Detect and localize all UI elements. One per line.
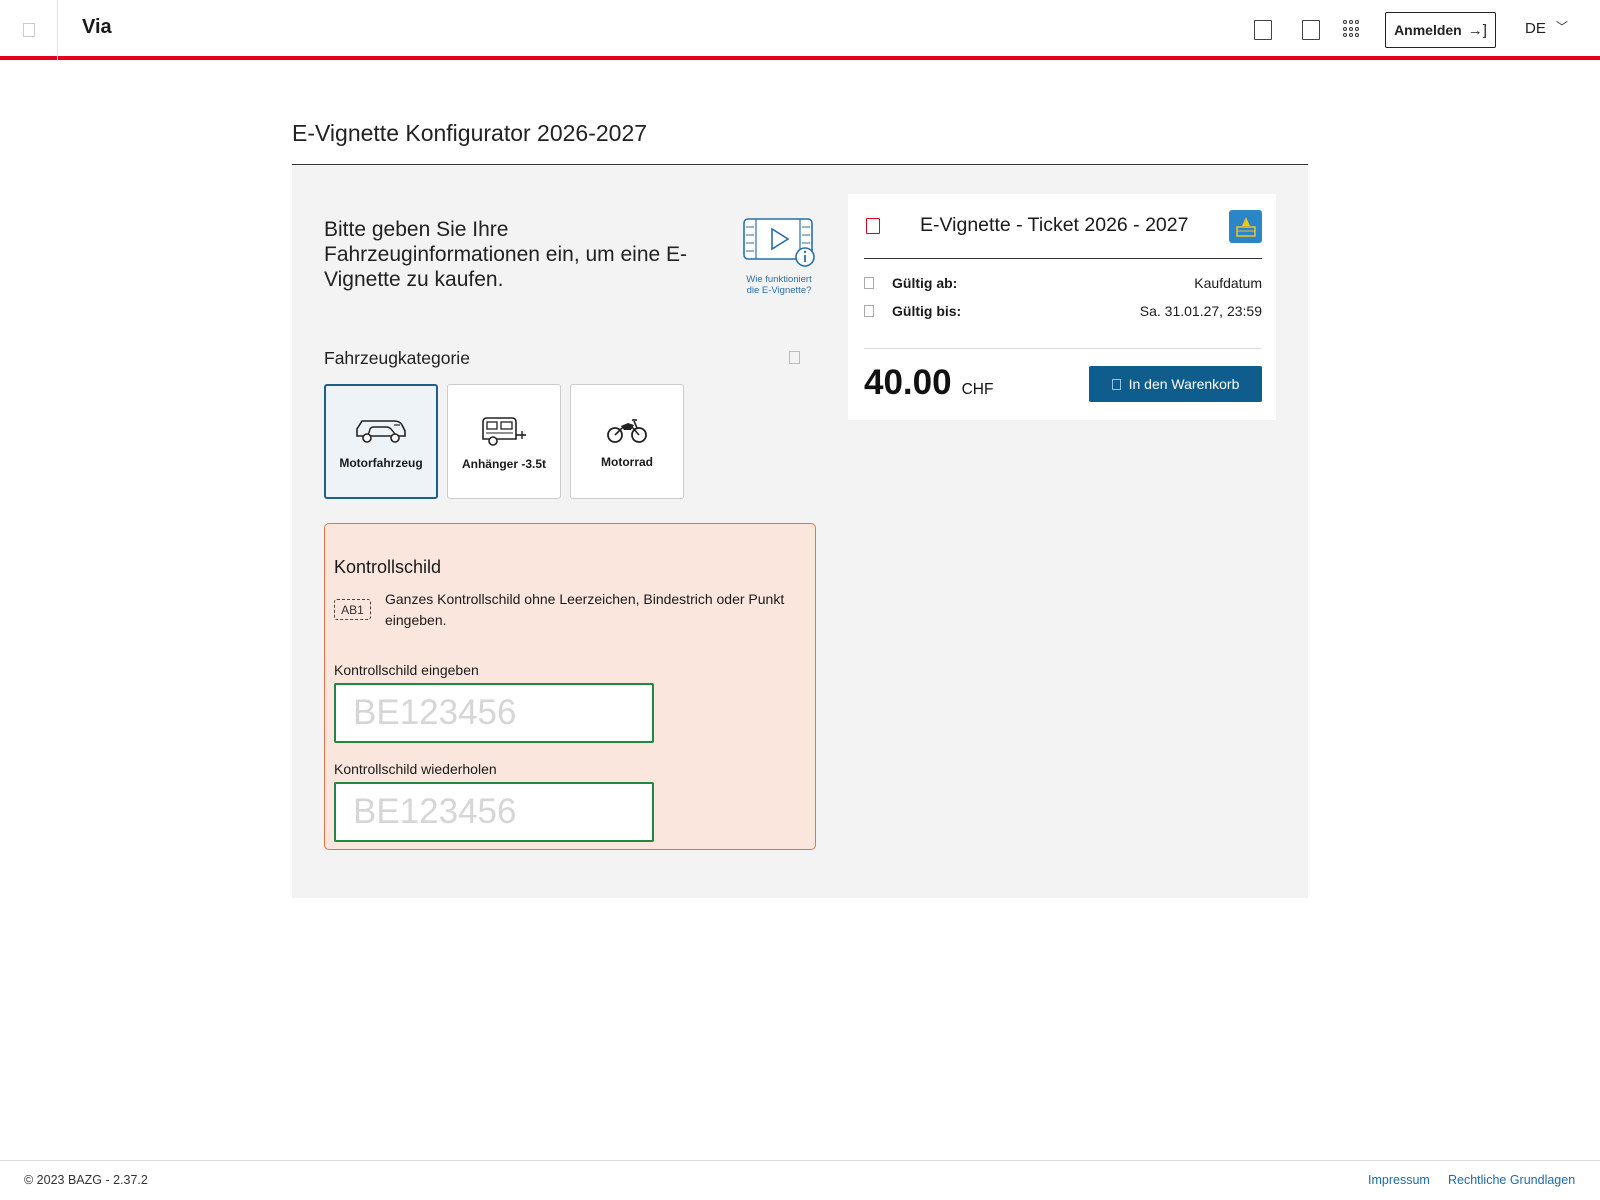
- apps-grid-icon[interactable]: [1343, 20, 1361, 38]
- ticket-divider: [864, 258, 1262, 259]
- category-label: Anhänger -3.5t: [461, 457, 546, 471]
- ticket-title: E-Vignette - Ticket 2026 - 2027: [920, 214, 1189, 236]
- category-title: Fahrzeugkategorie: [324, 348, 470, 368]
- price-currency: CHF: [961, 381, 994, 398]
- info-icon[interactable]: [789, 351, 800, 364]
- valid-from-value: Kaufdatum: [1194, 275, 1262, 291]
- price-display: 40.00 CHF: [864, 363, 993, 403]
- category-anhaenger[interactable]: Anhänger -3.5t: [447, 384, 561, 499]
- top-header: Via Anmelden →] DE ﹀: [0, 0, 1600, 60]
- calendar-icon: [864, 277, 874, 289]
- ticket-icon: [866, 218, 880, 234]
- footer-divider: [0, 1160, 1600, 1161]
- footer-link-legal[interactable]: Rechtliche Grundlagen: [1448, 1173, 1575, 1187]
- footer-copyright: © 2023 BAZG - 2.37.2: [24, 1173, 148, 1187]
- plate-section-title: Kontrollschild: [334, 557, 442, 577]
- login-icon: →]: [1467, 21, 1487, 39]
- footer-link-impressum[interactable]: Impressum: [1368, 1173, 1430, 1187]
- cart-icon[interactable]: [1254, 20, 1272, 40]
- user-icon[interactable]: [1302, 20, 1320, 40]
- price-divider: [864, 348, 1262, 349]
- language-label: DE: [1525, 20, 1546, 37]
- menu-button[interactable]: [0, 0, 58, 60]
- category-motorfahrzeug[interactable]: Motorfahrzeug: [324, 384, 438, 499]
- category-label: Motorfahrzeug: [339, 456, 423, 470]
- valid-from-row: Gültig ab: Kaufdatum: [864, 275, 1262, 291]
- valid-from-label: Gültig ab:: [892, 275, 958, 291]
- chevron-down-icon: ﹀: [1555, 20, 1568, 34]
- valid-to-row: Gültig bis: Sa. 31.01.27, 23:59: [864, 303, 1262, 319]
- category-label: Motorrad: [601, 455, 653, 469]
- intro-text: Bitte geben Sie Ihre Fahrzeuginformation…: [324, 218, 688, 291]
- page-title: E-Vignette Konfigurator 2026-2027: [292, 120, 648, 146]
- plate-input-label: Kontrollschild eingeben: [334, 662, 479, 678]
- plate-example-icon: AB1: [334, 599, 371, 620]
- login-button[interactable]: Anmelden →]: [1385, 12, 1496, 48]
- license-plate-section: Kontrollschild AB1 Ganzes Kontrollschild…: [324, 523, 816, 850]
- trailer-icon: [482, 417, 526, 446]
- cart-icon: [1111, 378, 1121, 390]
- menu-icon: [22, 23, 35, 37]
- car-icon: [356, 420, 406, 443]
- login-label: Anmelden: [1394, 22, 1462, 38]
- brand-logo[interactable]: Via: [82, 16, 112, 39]
- motorcycle-icon: [607, 419, 647, 443]
- video-info-icon: [743, 218, 815, 267]
- vignette-logo-icon: [1229, 210, 1262, 243]
- category-motorrad[interactable]: Motorrad: [570, 384, 684, 499]
- price-amount: 40.00: [864, 363, 952, 402]
- plate-input[interactable]: [334, 683, 654, 743]
- plate-hint-text: Ganzes Kontrollschild ohne Leerzeichen, …: [385, 591, 785, 628]
- valid-to-label: Gültig bis:: [892, 303, 962, 319]
- ticket-summary-card: E-Vignette - Ticket 2026 - 2027 Gültig a…: [848, 194, 1276, 420]
- plate-repeat-label: Kontrollschild wiederholen: [334, 761, 497, 777]
- plate-repeat-input[interactable]: [334, 782, 654, 842]
- valid-to-value: Sa. 31.01.27, 23:59: [1139, 303, 1262, 319]
- video-help-caption: Wie funktioniert die E-Vignette?: [746, 274, 812, 296]
- calendar-icon: [864, 305, 874, 317]
- video-help-link[interactable]: Wie funktioniert die E-Vignette?: [740, 217, 818, 296]
- add-to-cart-label: In den Warenkorb: [1128, 376, 1240, 392]
- add-to-cart-button[interactable]: In den Warenkorb: [1089, 366, 1262, 402]
- language-selector[interactable]: DE ﹀: [1525, 20, 1568, 37]
